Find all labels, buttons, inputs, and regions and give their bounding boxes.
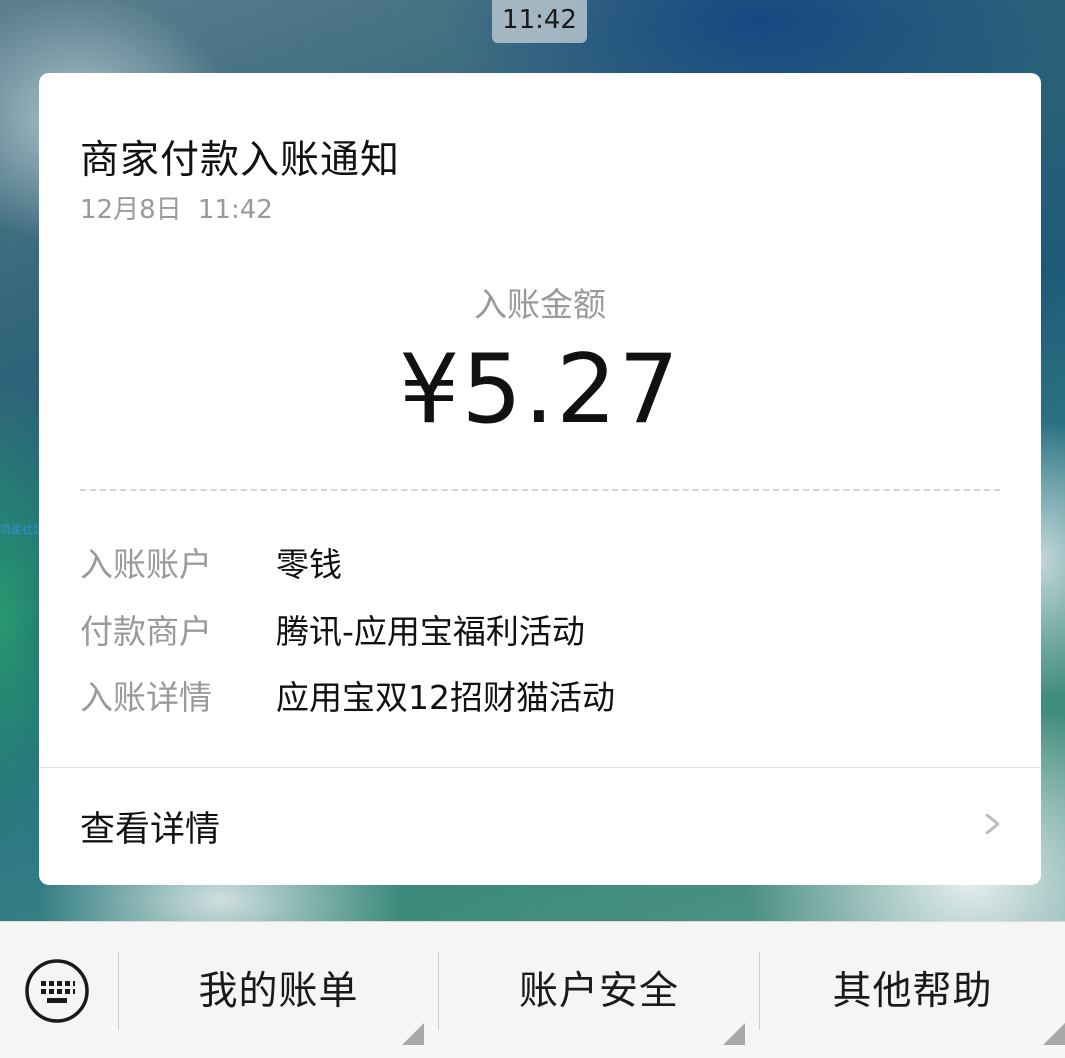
menu-label: 我的账单 xyxy=(198,969,359,1014)
menu-label: 账户安全 xyxy=(518,969,679,1014)
detail-key: 付款商户 xyxy=(80,612,212,651)
watermark-text: 流星社区 xyxy=(0,523,44,536)
detail-key: 入账账户 xyxy=(80,545,212,584)
view-details-label: 查看详情 xyxy=(80,810,221,850)
message-time-badge: 11:42 xyxy=(492,0,587,43)
menu-label: 其他帮助 xyxy=(832,969,993,1014)
detail-value: 应用宝双12招财猫活动 xyxy=(276,678,615,717)
amount-value: ¥5.27 xyxy=(399,335,681,445)
bottom-menu-bar: 我的账单 账户安全 其他帮助 xyxy=(0,921,1065,1058)
dashed-divider xyxy=(80,489,1000,491)
keyboard-icon[interactable] xyxy=(24,958,90,1024)
amount-label: 入账金额 xyxy=(474,285,606,324)
card-date: 12月8日 11:42 xyxy=(80,195,273,225)
detail-key: 入账详情 xyxy=(80,678,212,717)
detail-value: 腾讯-应用宝福利活动 xyxy=(276,612,585,651)
view-details-button[interactable]: 查看详情 xyxy=(39,768,1041,885)
screen: 11:42 流星社区 商家付款入账通知 12月8日 11:42 入账金额 ¥5.… xyxy=(0,0,1065,1058)
detail-value: 零钱 xyxy=(276,545,342,584)
submenu-indicator-icon xyxy=(1043,1023,1065,1045)
menu-other-help[interactable]: 其他帮助 xyxy=(760,922,1065,1058)
submenu-indicator-icon xyxy=(723,1023,745,1045)
chevron-right-icon xyxy=(985,814,1000,834)
menu-account-security[interactable]: 账户安全 xyxy=(439,922,759,1058)
payment-notification-card: 商家付款入账通知 12月8日 11:42 入账金额 ¥5.27 入账账户 零钱 … xyxy=(39,73,1041,885)
menu-my-bills[interactable]: 我的账单 xyxy=(119,922,438,1058)
submenu-indicator-icon xyxy=(402,1023,424,1045)
card-title: 商家付款入账通知 xyxy=(80,138,401,183)
